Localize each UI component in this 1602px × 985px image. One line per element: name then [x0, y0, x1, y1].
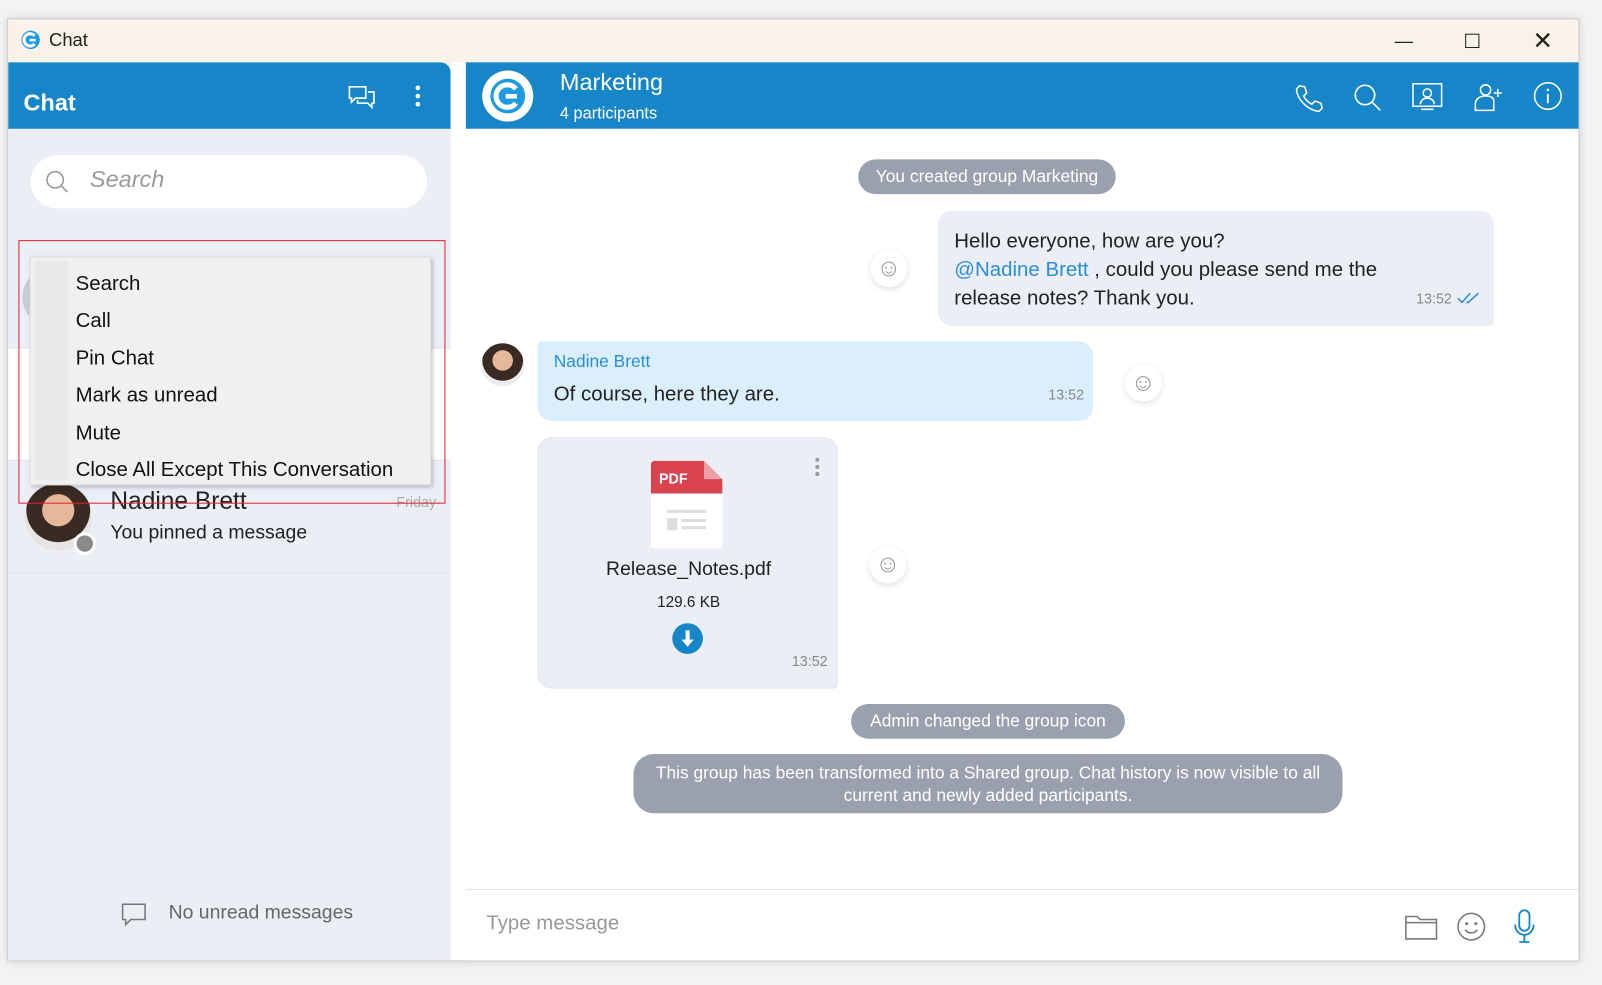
reaction-button[interactable]: ☺ [1124, 364, 1162, 402]
file-options-icon[interactable] [814, 457, 820, 477]
pdf-file-icon: PDF [650, 460, 723, 549]
group-avatar [482, 70, 534, 122]
pdf-badge: PDF [659, 471, 688, 487]
sidebar-title: Chat [23, 88, 76, 116]
chat-header: Marketing 4 participants [465, 62, 1579, 129]
sidebar: Chat Nadine Brett Friday You pinned a me… [8, 62, 451, 961]
event-shared-group: This group has been transformed into a S… [633, 754, 1343, 814]
message-text: Hello everyone, how are you? [954, 229, 1225, 253]
read-receipt-icon [1457, 292, 1479, 304]
maximize-button[interactable] [1442, 23, 1503, 58]
highlight-box [18, 240, 446, 504]
sender-avatar [481, 343, 525, 387]
title-bar: Chat — ✕ [8, 19, 1579, 63]
file-name: Release_Notes.pdf [606, 558, 772, 581]
event-icon-changed: Admin changed the group icon [851, 703, 1125, 739]
conversation-preview: You pinned a message [110, 522, 308, 544]
info-icon[interactable] [1533, 81, 1564, 112]
smiley-icon: ☺ [876, 254, 902, 282]
download-button[interactable] [672, 623, 703, 654]
more-options-icon[interactable] [414, 85, 422, 107]
no-unread-label: No unread messages [168, 902, 354, 924]
phone-icon[interactable] [1293, 83, 1324, 114]
add-participant-icon[interactable] [1472, 81, 1505, 114]
smiley-icon: ☺ [1130, 368, 1156, 397]
event-group-created: You created group Marketing [858, 159, 1116, 195]
close-button[interactable]: ✕ [1512, 23, 1573, 58]
group-logo-icon [490, 78, 526, 114]
reaction-button[interactable]: ☺ [870, 250, 908, 288]
chat-panel: Marketing 4 participants You created gro… [465, 62, 1579, 961]
message-time: 13:52 [1416, 290, 1452, 307]
participant-count: 4 participants [559, 105, 658, 123]
message-time: 13:52 [791, 652, 828, 670]
message-time: 13:52 [1048, 386, 1085, 403]
message-text: release notes? Thank you. [954, 287, 1195, 310]
close-icon: ✕ [1532, 27, 1554, 55]
sender-name: Nadine Brett [553, 351, 651, 371]
file-size: 129.6 KB [657, 593, 721, 611]
attach-file-icon[interactable] [1404, 912, 1439, 941]
minimize-button[interactable]: — [1373, 23, 1434, 58]
minimize-icon: — [1394, 30, 1414, 51]
contact-card-icon[interactable] [1411, 81, 1444, 114]
search-input[interactable] [89, 165, 397, 194]
chat-bubble-icon [121, 903, 146, 927]
reaction-button[interactable]: ☺ [869, 546, 907, 584]
file-attachment-message[interactable]: PDF Release_Notes.pdf 129.6 KB 13:52 [537, 437, 838, 689]
message-text: Of course, here they are. [553, 383, 780, 406]
message-incoming[interactable]: Nadine Brett Of course, here they are. 1… [537, 341, 1094, 421]
maximize-icon [1465, 33, 1480, 49]
emoji-icon[interactable] [1456, 911, 1487, 942]
smiley-icon: ☺ [875, 550, 901, 579]
message-input[interactable] [486, 912, 1304, 936]
download-icon [681, 630, 694, 647]
message-text: , could you please send me the [1088, 258, 1378, 281]
search-icon [46, 170, 69, 193]
new-chat-icon[interactable] [347, 85, 376, 110]
window-title: Chat [49, 29, 88, 51]
app-logo-icon [21, 30, 40, 50]
sidebar-header: Chat [8, 62, 451, 129]
search-box[interactable] [30, 155, 428, 209]
search-icon[interactable] [1353, 83, 1384, 114]
status-indicator [73, 532, 97, 555]
message-outgoing[interactable]: Hello everyone, how are you? @Nadine Bre… [937, 210, 1494, 326]
mention-link[interactable]: @Nadine Brett [954, 258, 1088, 280]
microphone-icon[interactable] [1512, 908, 1537, 945]
chat-window: Chat — ✕ Chat Nadine Brett Friday You pi… [7, 18, 1580, 962]
chat-title: Marketing [559, 68, 664, 96]
message-composer [465, 888, 1579, 961]
